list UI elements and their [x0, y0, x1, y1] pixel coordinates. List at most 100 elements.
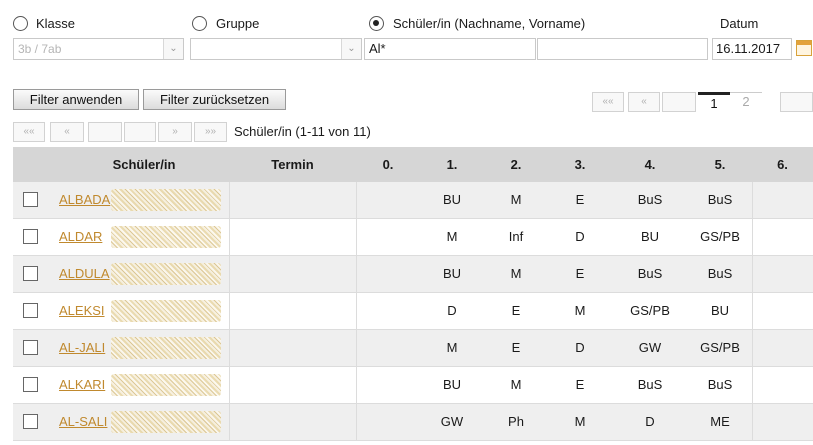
period-1: M	[446, 229, 458, 244]
pager-blank-2	[780, 92, 813, 112]
period-6	[752, 256, 813, 292]
calendar-icon[interactable]	[796, 40, 812, 56]
period-4: BuS	[637, 377, 663, 392]
period-5: BuS	[707, 266, 733, 281]
list-last-button[interactable]: »»	[194, 122, 227, 142]
row-checkbox[interactable]	[23, 192, 38, 207]
klasse-select[interactable]: 3b / 7ab ⌄	[13, 38, 184, 60]
period-6	[752, 182, 813, 218]
period-6	[752, 404, 813, 440]
list-next-button[interactable]: »	[158, 122, 192, 142]
pager-page-1[interactable]: 1	[698, 92, 730, 112]
period-3: E	[575, 377, 585, 392]
period-3: E	[575, 192, 585, 207]
radio-gruppe-label: Gruppe	[216, 16, 260, 31]
period-4: D	[645, 414, 655, 429]
period-0	[356, 404, 420, 440]
period-0	[356, 330, 420, 366]
period-1: BU	[442, 266, 462, 281]
col-termin: Termin	[271, 157, 314, 172]
radio-schueler[interactable]	[369, 16, 384, 31]
table-row: ALEKSI D E M GS/PB BU	[13, 293, 813, 330]
period-5: BuS	[707, 377, 733, 392]
col-period-1: 1.	[446, 157, 458, 172]
period-5: GS/PB	[700, 340, 740, 355]
apply-filter-button[interactable]: Filter anwenden	[13, 89, 139, 110]
name-input-value: Al*	[369, 41, 386, 56]
redacted-name	[111, 189, 221, 211]
student-name-link[interactable]: ALDAR	[59, 219, 102, 255]
date-input[interactable]: 16.11.2017	[712, 38, 792, 60]
pager-first-button[interactable]: ««	[592, 92, 624, 112]
redacted-name	[111, 263, 221, 285]
redacted-name	[111, 411, 221, 433]
period-2: Inf	[508, 229, 524, 244]
period-4: GS/PB	[630, 303, 670, 318]
col-period-6: 6.	[777, 157, 788, 172]
row-checkbox[interactable]	[23, 414, 38, 429]
student-name-link[interactable]: ALBADA	[59, 182, 110, 218]
period-3: M	[574, 303, 586, 318]
name-input[interactable]: Al*	[364, 38, 536, 60]
period-3: E	[575, 266, 585, 281]
pager-page-2[interactable]: 2	[730, 92, 762, 112]
period-0	[356, 256, 420, 292]
col-period-3: 3.	[574, 157, 586, 172]
datum-label: Datum	[720, 16, 759, 31]
table-row: AL-JALI M E D GW GS/PB	[13, 330, 813, 367]
radio-gruppe[interactable]	[192, 16, 207, 31]
radio-klasse-label: Klasse	[36, 16, 76, 31]
period-6	[752, 219, 813, 255]
pager-prev-button[interactable]: «	[628, 92, 660, 112]
period-0	[356, 367, 420, 403]
period-5: GS/PB	[700, 229, 740, 244]
period-0	[356, 293, 420, 329]
gruppe-select[interactable]: ⌄	[190, 38, 362, 60]
period-4: BU	[640, 229, 660, 244]
klasse-select-value: 3b / 7ab	[18, 42, 62, 56]
period-3: D	[575, 340, 585, 355]
period-3: M	[574, 414, 586, 429]
list-blank-1	[88, 122, 122, 142]
period-2: Ph	[508, 414, 524, 429]
period-4: BuS	[637, 266, 663, 281]
student-name-link[interactable]: ALKARI	[59, 367, 105, 403]
period-0	[356, 219, 420, 255]
period-3: D	[575, 229, 585, 244]
col-schueler: Schüler/in	[112, 157, 176, 172]
student-name-link[interactable]: AL-SALI	[59, 404, 107, 440]
reset-filter-button[interactable]: Filter zurücksetzen	[143, 89, 286, 110]
row-checkbox[interactable]	[23, 229, 38, 244]
student-name-link[interactable]: ALDULA	[59, 256, 110, 292]
radio-klasse[interactable]	[13, 16, 28, 31]
col-period-5: 5.	[714, 157, 726, 172]
period-2: M	[510, 377, 522, 392]
redacted-name	[111, 226, 221, 248]
list-blank-2	[124, 122, 156, 142]
col-period-2: 2.	[510, 157, 522, 172]
table-row: ALDAR M Inf D BU GS/PB	[13, 219, 813, 256]
period-0	[356, 182, 420, 218]
period-6	[752, 367, 813, 403]
period-6	[752, 330, 813, 366]
period-2: E	[511, 303, 521, 318]
list-summary: Schüler/in (1-11 von 11)	[234, 124, 371, 139]
list-first-button[interactable]: ««	[13, 122, 45, 142]
list-prev-button[interactable]: «	[50, 122, 84, 142]
period-6	[752, 293, 813, 329]
row-checkbox[interactable]	[23, 266, 38, 281]
pager-blank	[662, 92, 696, 112]
period-4: GW	[638, 340, 662, 355]
radio-schueler-label: Schüler/in (Nachname, Vorname)	[393, 16, 586, 31]
period-2: E	[511, 340, 521, 355]
chevron-down-icon: ⌄	[341, 39, 361, 59]
student-name-link[interactable]: AL-JALI	[59, 330, 105, 366]
extra-input[interactable]	[537, 38, 708, 60]
row-checkbox[interactable]	[23, 303, 38, 318]
student-name-link[interactable]: ALEKSI	[59, 293, 105, 329]
period-1: M	[446, 340, 458, 355]
row-checkbox[interactable]	[23, 340, 38, 355]
row-checkbox[interactable]	[23, 377, 38, 392]
period-4: BuS	[637, 192, 663, 207]
date-input-value: 16.11.2017	[716, 41, 781, 56]
